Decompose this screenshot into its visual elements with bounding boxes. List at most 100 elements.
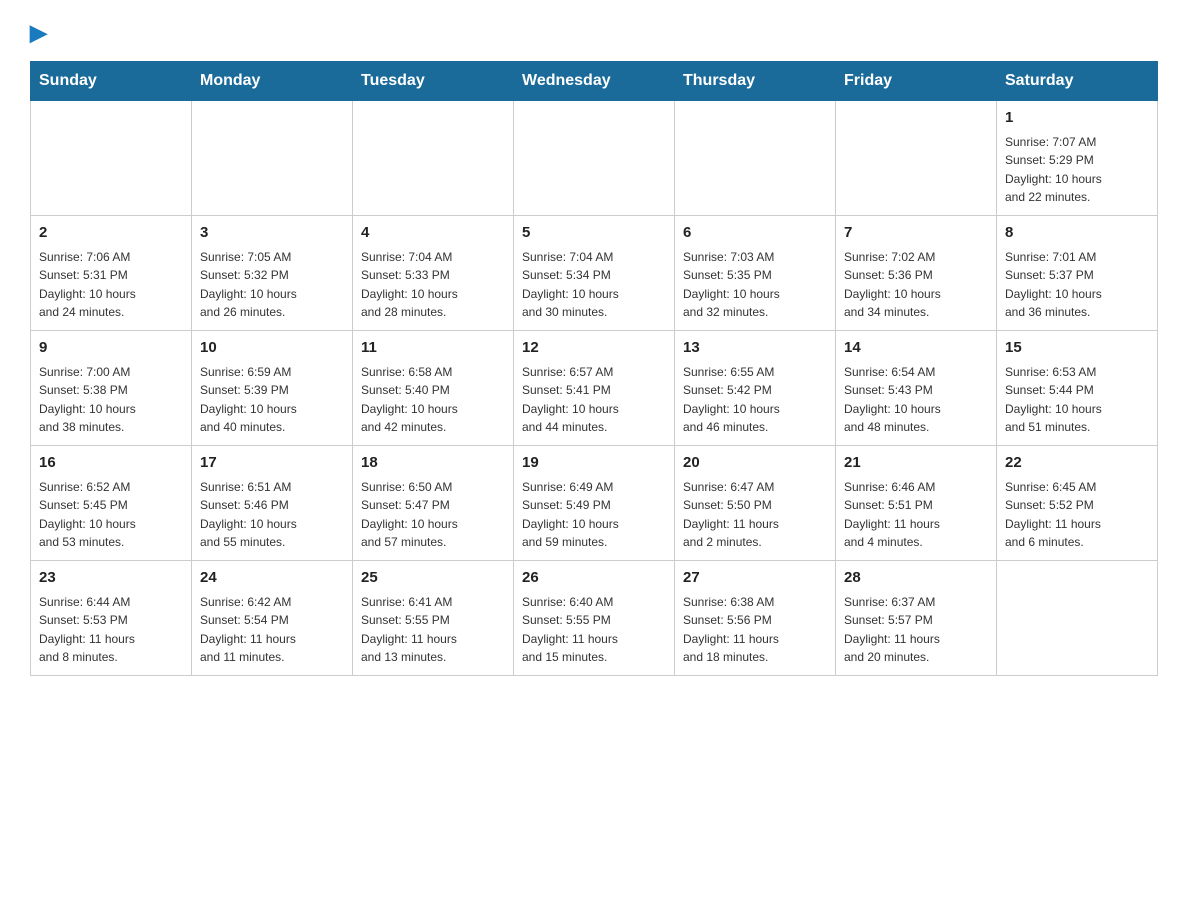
day-info: Sunrise: 6:45 AMSunset: 5:52 PMDaylight:… (1005, 478, 1149, 552)
calendar-week-row: 2 Sunrise: 7:06 AMSunset: 5:31 PMDaylight… (31, 216, 1158, 331)
calendar-cell: 18 Sunrise: 6:50 AMSunset: 5:47 PMDayligh… (353, 446, 514, 561)
calendar-cell: 20 Sunrise: 6:47 AMSunset: 5:50 PMDayligh… (675, 446, 836, 561)
day-of-week-header: Sunday (31, 62, 192, 101)
calendar-cell: 4 Sunrise: 7:04 AMSunset: 5:33 PMDaylight… (353, 216, 514, 331)
day-of-week-header: Monday (192, 62, 353, 101)
day-info: Sunrise: 6:55 AMSunset: 5:42 PMDaylight:… (683, 363, 827, 437)
day-info: Sunrise: 6:37 AMSunset: 5:57 PMDaylight:… (844, 593, 988, 667)
day-number: 20 (683, 452, 827, 475)
calendar-cell: 25 Sunrise: 6:41 AMSunset: 5:55 PMDayligh… (353, 561, 514, 676)
day-number: 3 (200, 222, 344, 245)
day-info: Sunrise: 6:38 AMSunset: 5:56 PMDaylight:… (683, 593, 827, 667)
calendar-cell: 9 Sunrise: 7:00 AMSunset: 5:38 PMDaylight… (31, 331, 192, 446)
day-number: 13 (683, 337, 827, 360)
day-info: Sunrise: 6:58 AMSunset: 5:40 PMDaylight:… (361, 363, 505, 437)
day-info: Sunrise: 7:00 AMSunset: 5:38 PMDaylight:… (39, 363, 183, 437)
day-info: Sunrise: 7:01 AMSunset: 5:37 PMDaylight:… (1005, 248, 1149, 322)
logo: ▶ (30, 20, 47, 41)
day-of-week-header: Tuesday (353, 62, 514, 101)
calendar-cell: 7Sunrise: 7:02 AMSunset: 5:36 PMDaylight… (836, 216, 997, 331)
page-header: ▶ (30, 20, 1158, 41)
calendar-cell: 2 Sunrise: 7:06 AMSunset: 5:31 PMDaylight… (31, 216, 192, 331)
day-info: Sunrise: 7:07 AMSunset: 5:29 PMDaylight:… (1005, 133, 1149, 207)
day-number: 15 (1005, 337, 1149, 360)
day-info: Sunrise: 7:04 AMSunset: 5:33 PMDaylight:… (361, 248, 505, 322)
day-info: Sunrise: 7:05 AMSunset: 5:32 PMDaylight:… (200, 248, 344, 322)
day-number: 9 (39, 337, 183, 360)
day-number: 6 (683, 222, 827, 245)
calendar-cell: 22 Sunrise: 6:45 AMSunset: 5:52 PMDayligh… (997, 446, 1158, 561)
day-of-week-header: Friday (836, 62, 997, 101)
day-number: 21 (844, 452, 988, 475)
day-number: 5 (522, 222, 666, 245)
day-number: 27 (683, 567, 827, 590)
calendar-cell (836, 101, 997, 216)
calendar-cell: 1 Sunrise: 7:07 AMSunset: 5:29 PMDaylight… (997, 101, 1158, 216)
day-number: 26 (522, 567, 666, 590)
calendar-cell: 23Sunrise: 6:44 AMSunset: 5:53 PMDayligh… (31, 561, 192, 676)
day-info: Sunrise: 7:02 AMSunset: 5:36 PMDaylight:… (844, 248, 988, 322)
calendar-cell: 19 Sunrise: 6:49 AMSunset: 5:49 PMDayligh… (514, 446, 675, 561)
calendar-week-row: 23Sunrise: 6:44 AMSunset: 5:53 PMDayligh… (31, 561, 1158, 676)
calendar-cell (31, 101, 192, 216)
day-number: 25 (361, 567, 505, 590)
day-info: Sunrise: 6:51 AMSunset: 5:46 PMDaylight:… (200, 478, 344, 552)
day-number: 4 (361, 222, 505, 245)
calendar-week-row: 1 Sunrise: 7:07 AMSunset: 5:29 PMDaylight… (31, 101, 1158, 216)
calendar-cell: 15 Sunrise: 6:53 AMSunset: 5:44 PMDayligh… (997, 331, 1158, 446)
calendar-cell: 16 Sunrise: 6:52 AMSunset: 5:45 PMDayligh… (31, 446, 192, 561)
day-info: Sunrise: 6:41 AMSunset: 5:55 PMDaylight:… (361, 593, 505, 667)
calendar-cell: 10 Sunrise: 6:59 AMSunset: 5:39 PMDayligh… (192, 331, 353, 446)
day-number: 10 (200, 337, 344, 360)
calendar-week-row: 9 Sunrise: 7:00 AMSunset: 5:38 PMDaylight… (31, 331, 1158, 446)
calendar-cell: 26 Sunrise: 6:40 AMSunset: 5:55 PMDayligh… (514, 561, 675, 676)
day-number: 12 (522, 337, 666, 360)
day-number: 19 (522, 452, 666, 475)
calendar-cell: 6Sunrise: 7:03 AMSunset: 5:35 PMDaylight… (675, 216, 836, 331)
day-of-week-header: Thursday (675, 62, 836, 101)
day-number: 14 (844, 337, 988, 360)
calendar-cell: 24 Sunrise: 6:42 AMSunset: 5:54 PMDayligh… (192, 561, 353, 676)
calendar-header-row: SundayMondayTuesdayWednesdayThursdayFrid… (31, 62, 1158, 101)
day-info: Sunrise: 6:57 AMSunset: 5:41 PMDaylight:… (522, 363, 666, 437)
day-info: Sunrise: 6:47 AMSunset: 5:50 PMDaylight:… (683, 478, 827, 552)
logo-blue-text: ▶ (30, 20, 47, 46)
day-info: Sunrise: 6:46 AMSunset: 5:51 PMDaylight:… (844, 478, 988, 552)
day-number: 22 (1005, 452, 1149, 475)
calendar-cell (675, 101, 836, 216)
day-info: Sunrise: 7:06 AMSunset: 5:31 PMDaylight:… (39, 248, 183, 322)
day-info: Sunrise: 6:53 AMSunset: 5:44 PMDaylight:… (1005, 363, 1149, 437)
calendar-cell: 11Sunrise: 6:58 AMSunset: 5:40 PMDayligh… (353, 331, 514, 446)
day-info: Sunrise: 6:50 AMSunset: 5:47 PMDaylight:… (361, 478, 505, 552)
day-number: 28 (844, 567, 988, 590)
day-info: Sunrise: 6:59 AMSunset: 5:39 PMDaylight:… (200, 363, 344, 437)
calendar-cell (997, 561, 1158, 676)
day-number: 1 (1005, 107, 1149, 130)
day-number: 2 (39, 222, 183, 245)
day-number: 8 (1005, 222, 1149, 245)
day-number: 23 (39, 567, 183, 590)
day-info: Sunrise: 7:04 AMSunset: 5:34 PMDaylight:… (522, 248, 666, 322)
calendar-cell: 5 Sunrise: 7:04 AMSunset: 5:34 PMDaylight… (514, 216, 675, 331)
calendar-cell (353, 101, 514, 216)
calendar-cell: 3 Sunrise: 7:05 AMSunset: 5:32 PMDaylight… (192, 216, 353, 331)
day-of-week-header: Wednesday (514, 62, 675, 101)
day-info: Sunrise: 6:42 AMSunset: 5:54 PMDaylight:… (200, 593, 344, 667)
day-number: 16 (39, 452, 183, 475)
calendar-cell: 14 Sunrise: 6:54 AMSunset: 5:43 PMDayligh… (836, 331, 997, 446)
calendar-cell: 13 Sunrise: 6:55 AMSunset: 5:42 PMDayligh… (675, 331, 836, 446)
day-number: 17 (200, 452, 344, 475)
day-info: Sunrise: 6:52 AMSunset: 5:45 PMDaylight:… (39, 478, 183, 552)
calendar-cell: 8 Sunrise: 7:01 AMSunset: 5:37 PMDaylight… (997, 216, 1158, 331)
calendar-cell (192, 101, 353, 216)
day-info: Sunrise: 6:40 AMSunset: 5:55 PMDaylight:… (522, 593, 666, 667)
day-of-week-header: Saturday (997, 62, 1158, 101)
day-info: Sunrise: 6:54 AMSunset: 5:43 PMDaylight:… (844, 363, 988, 437)
calendar-cell: 27 Sunrise: 6:38 AMSunset: 5:56 PMDayligh… (675, 561, 836, 676)
calendar-cell: 17 Sunrise: 6:51 AMSunset: 5:46 PMDayligh… (192, 446, 353, 561)
calendar-table: SundayMondayTuesdayWednesdayThursdayFrid… (30, 61, 1158, 676)
calendar-cell (514, 101, 675, 216)
day-number: 18 (361, 452, 505, 475)
day-info: Sunrise: 6:49 AMSunset: 5:49 PMDaylight:… (522, 478, 666, 552)
day-number: 24 (200, 567, 344, 590)
